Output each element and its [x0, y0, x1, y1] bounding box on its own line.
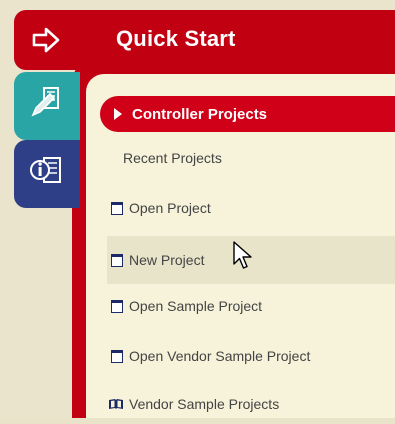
new-project-label: New Project	[129, 252, 205, 268]
triangle-right-icon	[114, 108, 122, 120]
window-icon	[111, 299, 123, 313]
book-icon	[109, 399, 123, 409]
vendor-sample-projects-label: Vendor Sample Projects	[129, 396, 280, 412]
window-icon	[111, 349, 123, 363]
recent-projects-item[interactable]: Recent Projects	[86, 138, 395, 178]
quick-start-panel: Quick Start Controller Projects Recent P…	[0, 0, 395, 418]
quick-start-tab[interactable]	[14, 10, 80, 70]
mouse-cursor-icon	[233, 241, 252, 269]
recent-projects-label: Recent Projects	[123, 150, 222, 166]
page-title: Quick Start	[116, 26, 236, 51]
open-sample-project-item[interactable]: Open Sample Project	[86, 286, 395, 326]
open-project-label: Open Project	[129, 200, 211, 216]
pencil-ruler-icon	[31, 87, 59, 117]
info-tab[interactable]	[14, 140, 80, 208]
window-icon	[111, 253, 123, 267]
header-bar: Quick Start	[80, 10, 395, 70]
window-icon	[111, 201, 123, 215]
controller-projects-label: Controller Projects	[132, 105, 268, 123]
vendor-sample-projects-item[interactable]: Vendor Sample Projects	[86, 384, 395, 424]
open-vendor-sample-project-item[interactable]: Open Vendor Sample Project	[86, 336, 395, 376]
open-vendor-sample-project-label: Open Vendor Sample Project	[129, 348, 311, 364]
open-project-item[interactable]: Open Project	[86, 188, 395, 228]
info-doc-icon	[30, 157, 61, 183]
open-sample-project-label: Open Sample Project	[129, 298, 263, 314]
controller-projects-item[interactable]: Controller Projects	[100, 96, 395, 132]
arrow-right-icon	[32, 27, 60, 53]
tools-tab[interactable]	[14, 72, 80, 140]
